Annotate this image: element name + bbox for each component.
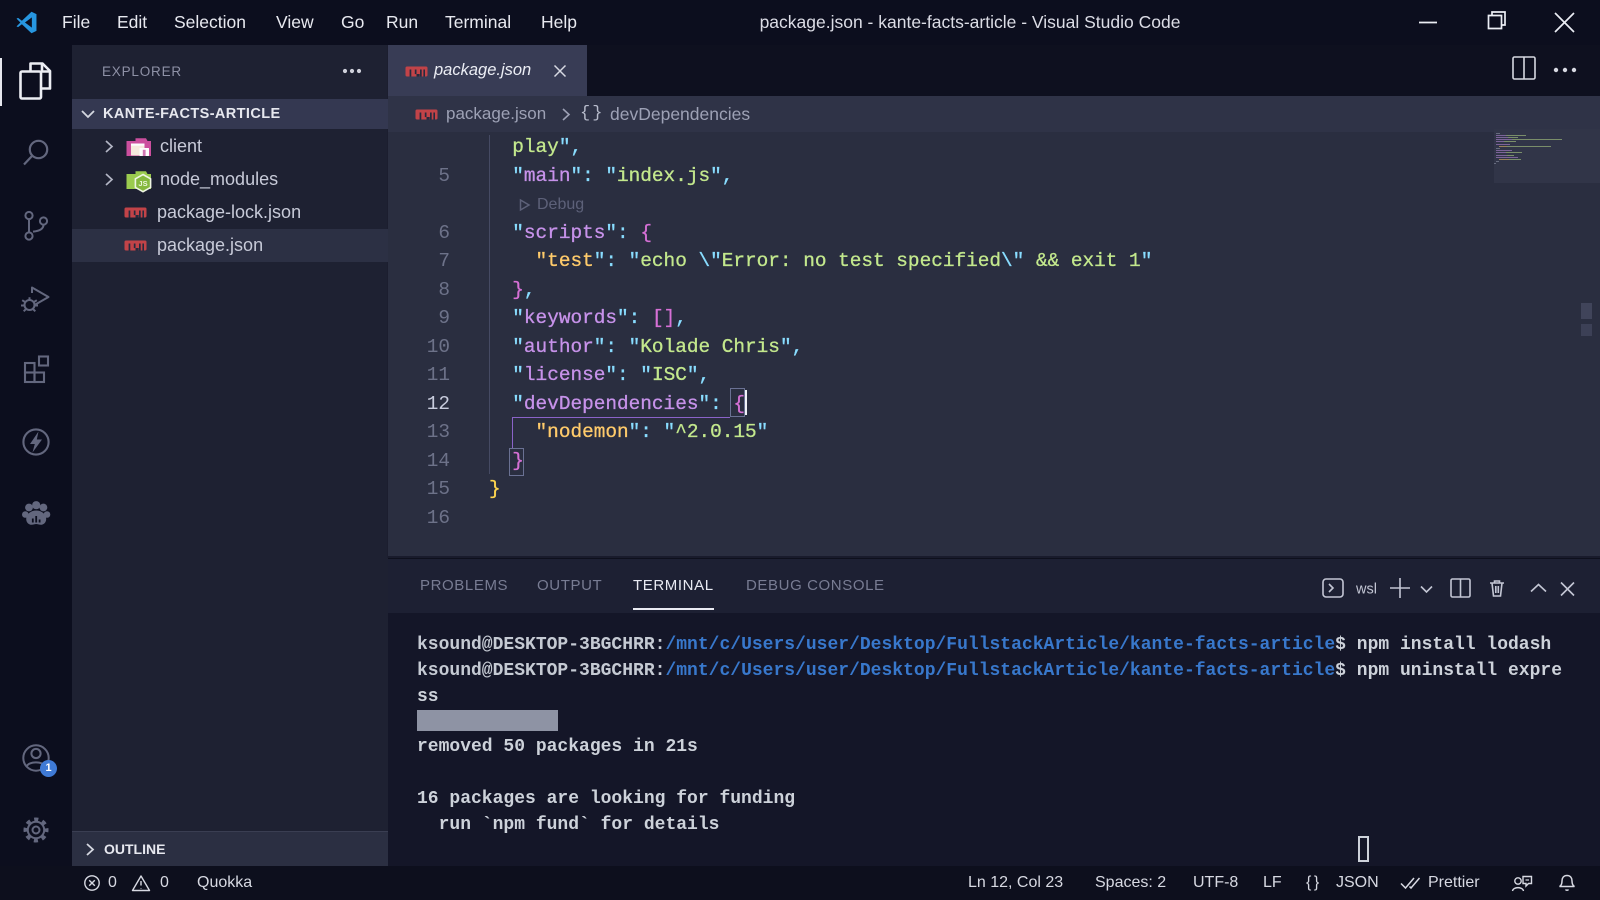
svg-text:JS: JS [138, 179, 147, 188]
svg-text:wsl: wsl [1355, 582, 1377, 598]
